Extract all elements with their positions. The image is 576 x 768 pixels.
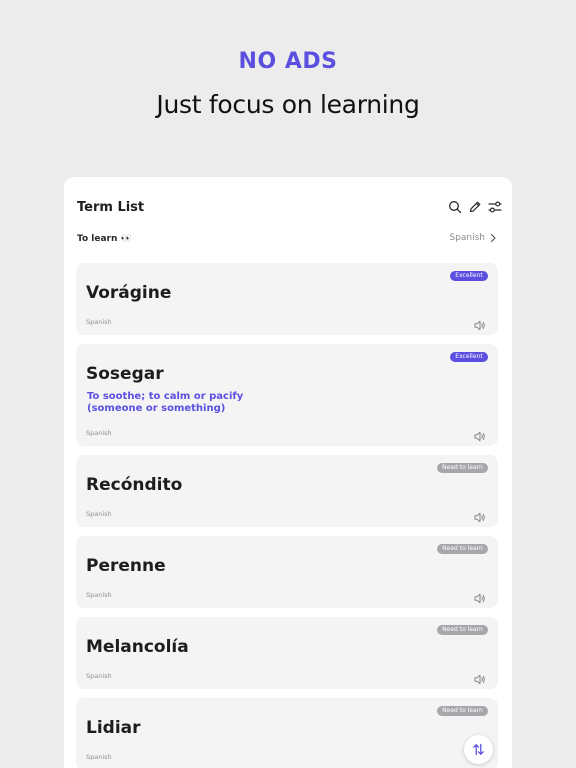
language-selector[interactable]: Spanish [449,233,497,243]
speaker-icon[interactable] [474,508,486,523]
term-definition: To soothe; to calm or pacify (someone or… [87,391,244,414]
term-language: Spanish [86,510,112,518]
language-selector-label: Spanish [449,233,485,243]
search-icon[interactable] [448,200,462,214]
term-card[interactable]: Need to learn Perenne Spanish [76,536,498,608]
status-badge: Need to learn [437,625,488,635]
status-badge: Excellent [450,352,488,362]
term-cards: Excellent Vorágine Spanish Excellent Sos… [76,263,498,768]
term-language: Spanish [86,591,112,599]
term-card[interactable]: Excellent Vorágine Spanish [76,263,498,335]
sort-arrows-icon [473,743,484,756]
term-word: Vorágine [86,283,172,303]
term-language: Spanish [86,753,112,761]
term-word: Perenne [86,556,166,576]
term-language: Spanish [86,429,112,437]
status-badge: Need to learn [437,706,488,716]
term-card[interactable]: Excellent Sosegar To soothe; to calm or … [76,344,498,446]
speaker-icon[interactable] [474,589,486,604]
term-word: Recóndito [86,475,183,495]
term-language: Spanish [86,672,112,680]
speaker-icon[interactable] [474,427,486,442]
filter-label[interactable]: To learn 👀 [77,234,132,244]
status-badge: Need to learn [437,463,488,473]
term-word: Lidiar [86,718,141,738]
filter-sliders-icon[interactable] [488,200,502,214]
term-card[interactable]: Need to learn Lidiar Spanish [76,698,498,768]
term-word: Melancolía [86,637,189,657]
term-list-panel: Term List To learn 👀 Spanish Excellent V… [64,177,512,768]
speaker-icon[interactable] [474,316,486,331]
promo-headline: NO ADS [238,49,338,74]
speaker-icon[interactable] [474,670,486,685]
status-badge: Need to learn [437,544,488,554]
chevron-right-icon [490,233,496,243]
term-word: Sosegar [86,364,164,384]
edit-icon[interactable] [468,200,482,214]
promo-subheadline: Just focus on learning [156,90,420,119]
status-badge: Excellent [450,271,488,281]
sort-button[interactable] [464,735,493,764]
term-card[interactable]: Need to learn Melancolía Spanish [76,617,498,689]
term-card[interactable]: Need to learn Recóndito Spanish [76,455,498,527]
term-language: Spanish [86,318,112,326]
page-title: Term List [77,200,145,215]
header-toolbar [448,200,502,214]
